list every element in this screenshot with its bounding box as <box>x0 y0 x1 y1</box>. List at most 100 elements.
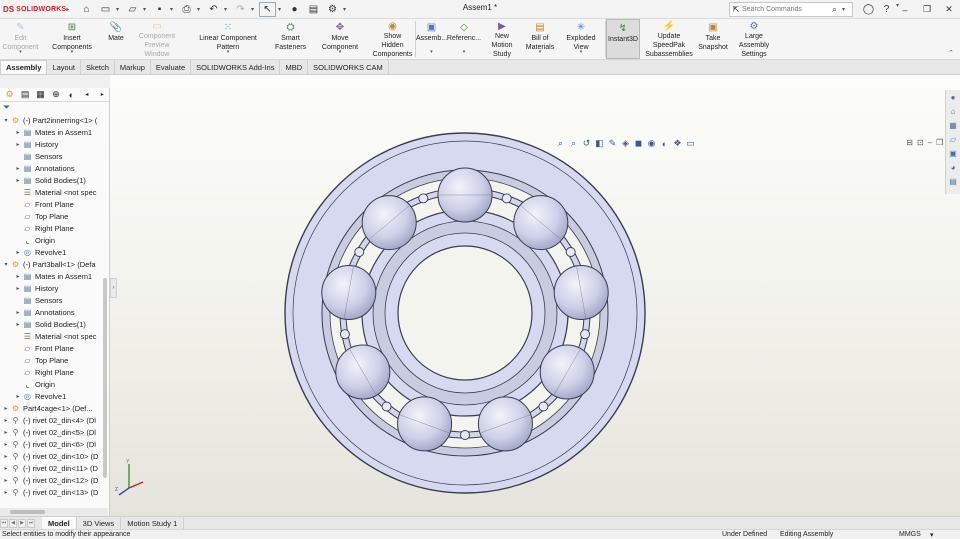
assembly-features-button[interactable]: ▣ Assemb... ▾ <box>416 19 447 59</box>
tab-sketch[interactable]: Sketch <box>81 60 115 74</box>
tree-node[interactable]: ▱ Top Plane <box>0 354 109 366</box>
display-manager-tab-icon[interactable]: ◐ <box>65 89 78 101</box>
new-document-icon[interactable]: ▭ <box>97 2 114 17</box>
manager-scroll-left-icon[interactable]: ◂ <box>80 89 93 101</box>
show-hidden-button[interactable]: ◉ Show Hidden Components <box>370 19 415 59</box>
tab-last-icon[interactable]: ⏭ <box>27 518 35 528</box>
large-assembly-button[interactable]: ⚙ Large Assembly Settings <box>728 19 780 59</box>
save-caret-icon[interactable]: ▾ <box>170 6 176 13</box>
insert-components-button[interactable]: ⊞ Insert Components ▾ <box>41 19 103 59</box>
units-caret-icon[interactable]: ▾ <box>930 531 934 539</box>
tree-node[interactable]: ▸ ◎ Revolve1 <box>0 390 109 402</box>
reference-geometry-button[interactable]: ◇ Referenc... ▾ <box>447 19 481 59</box>
tree-node[interactable]: ▸ ▤ History <box>0 138 109 150</box>
tree-node[interactable]: ▸ ⚲ (-) rivet 02_din<6> (Dl <box>0 438 109 450</box>
tab-layout[interactable]: Layout <box>47 60 81 74</box>
open-document-icon[interactable]: ▱ <box>124 2 141 17</box>
tree-node[interactable]: ▸ ▤ Mates in Assem1 <box>0 126 109 138</box>
search-commands-box[interactable]: ⇱ ⌕ ▾ <box>729 2 853 17</box>
tree-node[interactable]: ▸ ▤ Annotations <box>0 162 109 174</box>
tree-node[interactable]: ☰ Material <not spec <box>0 186 109 198</box>
options-gear-icon[interactable]: ⚙ <box>324 2 341 17</box>
design-library-icon[interactable]: ⌂ <box>948 106 959 117</box>
scenes-icon[interactable]: ◕ <box>948 162 959 173</box>
expand-toggle-icon[interactable]: ▸ <box>14 273 22 280</box>
instant3d-button[interactable]: ↯ Instant3D <box>606 19 640 59</box>
mate-button[interactable]: 📎 Mate <box>103 19 129 59</box>
redo-icon[interactable]: ↷ <box>232 2 249 17</box>
tree-node[interactable]: ▱ Top Plane <box>0 210 109 222</box>
tab-assembly[interactable]: Assembly <box>0 60 48 74</box>
undo-icon[interactable]: ↶ <box>205 2 222 17</box>
custom-properties-icon[interactable]: ▤ <box>948 176 959 187</box>
select-caret-icon[interactable]: ▾ <box>278 6 284 13</box>
print-caret-icon[interactable]: ▾ <box>197 6 203 13</box>
preview-window-button[interactable]: ▭ Component Preview Window <box>129 19 185 59</box>
tree-node[interactable]: ▤ Sensors <box>0 294 109 306</box>
expand-toggle-icon[interactable]: ▾ <box>2 261 10 268</box>
close-icon[interactable]: ✕ <box>938 0 960 19</box>
bottom-tab-model[interactable]: Model <box>42 517 77 529</box>
options-caret-icon[interactable]: ▾ <box>343 6 349 13</box>
dropdown-caret-icon[interactable]: ▾ <box>71 48 74 57</box>
unit-system-selector[interactable]: MMGS <box>899 531 921 538</box>
logo-menu-caret-icon[interactable]: ▸ <box>66 6 72 13</box>
viewport-split-icon[interactable]: ⊟ <box>906 138 913 147</box>
print-icon[interactable]: ⎙ <box>178 2 195 17</box>
search-caret-icon[interactable]: ▾ <box>842 6 848 13</box>
expand-toggle-icon[interactable]: ▸ <box>14 285 22 292</box>
dropdown-caret-icon[interactable]: ▾ <box>539 48 542 57</box>
file-explorer-icon[interactable]: ▦ <box>948 120 959 131</box>
tree-node[interactable]: ▾ ⚙ (-) Part2innerring<1> ( <box>0 114 109 126</box>
expand-toggle-icon[interactable]: ▸ <box>2 405 10 412</box>
feature-manager-tab-icon[interactable]: ⚙ <box>3 89 16 101</box>
tree-node[interactable]: ▸ ⚲ (-) rivet 02_din<11> (D <box>0 462 109 474</box>
tab-prev-icon[interactable]: ◀ <box>9 518 17 528</box>
expand-toggle-icon[interactable]: ▸ <box>2 453 10 460</box>
search-input[interactable] <box>742 6 832 13</box>
tree-node[interactable]: ⌞ Origin <box>0 234 109 246</box>
exploded-view-button[interactable]: ✳ Exploded View ▾ <box>557 19 605 59</box>
tree-node[interactable]: ▸ ⚲ (-) rivet 02_din<5> (Dl <box>0 426 109 438</box>
tab-markup[interactable]: Markup <box>115 60 151 74</box>
expand-toggle-icon[interactable]: ▸ <box>2 489 10 496</box>
file-properties-icon[interactable]: ▤ <box>305 2 322 17</box>
help-icon[interactable]: ? <box>878 2 895 17</box>
manager-scroll-right-icon[interactable]: ▸ <box>96 89 109 101</box>
property-manager-tab-icon[interactable]: ▤ <box>18 89 31 101</box>
bottom-tab-motion-study-1[interactable]: Motion Study 1 <box>121 517 185 529</box>
dimxpert-manager-tab-icon[interactable]: ⊕ <box>49 89 62 101</box>
dropdown-caret-icon[interactable]: ▾ <box>463 48 466 57</box>
expand-toggle-icon[interactable]: ▸ <box>14 393 22 400</box>
tab-evaluate[interactable]: Evaluate <box>151 60 192 74</box>
tree-node[interactable]: ▱ Front Plane <box>0 342 109 354</box>
smart-fasteners-button[interactable]: ⛭ Smart Fasteners <box>271 19 310 59</box>
move-component-button[interactable]: ✥ Move Component ▾ <box>310 19 370 59</box>
tree-node[interactable]: ▱ Right Plane <box>0 222 109 234</box>
edit-appearance-icon[interactable]: ◐ <box>659 138 670 149</box>
tree-node[interactable]: ▸ ⚙ Part4cage<1> (Def... <box>0 402 109 414</box>
tree-node[interactable]: ▸ ⚲ (-) rivet 02_din<4> (Dl <box>0 414 109 426</box>
tab-first-icon[interactable]: ⏮ <box>0 518 8 528</box>
tab-solidworks-cam[interactable]: SOLIDWORKS CAM <box>308 60 389 74</box>
linear-pattern-button[interactable]: ⁙ Linear Component Pattern ▾ <box>185 19 271 59</box>
undo-caret-icon[interactable]: ▾ <box>224 6 230 13</box>
bom-button[interactable]: ▤ Bill of Materials ▾ <box>523 19 557 59</box>
motion-study-button[interactable]: ▶ New Motion Study <box>481 19 523 59</box>
expand-toggle-icon[interactable]: ▸ <box>2 465 10 472</box>
rebuild-icon[interactable]: ● <box>286 2 303 17</box>
tree-node[interactable]: ▸ ⚲ (-) rivet 02_din<12> (D <box>0 474 109 486</box>
configuration-manager-tab-icon[interactable]: ▦ <box>34 89 47 101</box>
open-caret-icon[interactable]: ▾ <box>143 6 149 13</box>
select-icon[interactable]: ↖ <box>259 1 276 17</box>
tree-node[interactable]: ▱ Right Plane <box>0 366 109 378</box>
tab-solidworks-add-ins[interactable]: SOLIDWORKS Add-Ins <box>191 60 281 74</box>
tree-node[interactable]: ⌞ Origin <box>0 378 109 390</box>
expand-toggle-icon[interactable]: ▸ <box>14 321 22 328</box>
edit-component-button[interactable]: ✎ Edit Component ▾ <box>0 19 41 59</box>
tree-node[interactable]: ▸ ▤ Solid Bodies(1) <box>0 174 109 186</box>
viewport-minimize-icon[interactable]: – <box>928 138 932 147</box>
viewport-restore-icon[interactable]: ❐ <box>936 138 943 147</box>
tree-node[interactable]: ▸ ▤ Mates in Assem1 <box>0 270 109 282</box>
expand-toggle-icon[interactable]: ▸ <box>2 441 10 448</box>
